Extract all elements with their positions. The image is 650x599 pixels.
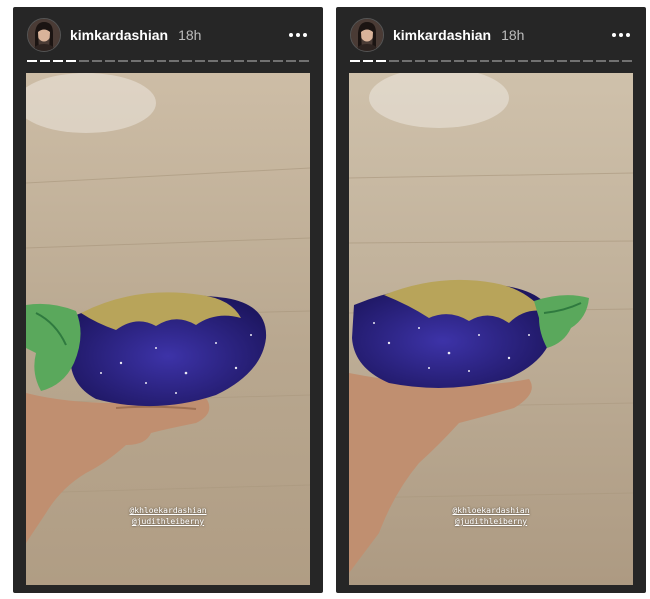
story-progress-bar <box>27 60 309 62</box>
progress-segment[interactable] <box>388 60 399 62</box>
story-panel-right: kimkardashian 18h @khloekardashian @judi… <box>336 7 646 593</box>
progress-segment[interactable] <box>273 60 284 62</box>
progress-segment[interactable] <box>518 60 529 62</box>
progress-segment[interactable] <box>427 60 438 62</box>
progress-segment[interactable] <box>52 60 63 62</box>
progress-segment[interactable] <box>91 60 102 62</box>
progress-segment[interactable] <box>414 60 425 62</box>
username[interactable]: kimkardashian <box>70 27 168 43</box>
progress-segment[interactable] <box>39 60 50 62</box>
progress-segment[interactable] <box>350 60 360 62</box>
story-header: kimkardashian 18h <box>350 17 632 53</box>
mention-judithleiberny[interactable]: @judithleiberny <box>26 516 310 527</box>
progress-segment[interactable] <box>195 60 206 62</box>
progress-segment[interactable] <box>362 60 373 62</box>
progress-segment[interactable] <box>208 60 219 62</box>
progress-segment[interactable] <box>570 60 581 62</box>
progress-segment[interactable] <box>286 60 297 62</box>
story-media[interactable]: @khloekardashian @judithleiberny <box>349 73 633 585</box>
progress-segment[interactable] <box>169 60 180 62</box>
progress-segment[interactable] <box>609 60 620 62</box>
progress-segment[interactable] <box>596 60 607 62</box>
progress-segment[interactable] <box>583 60 594 62</box>
progress-segment[interactable] <box>453 60 464 62</box>
progress-segment[interactable] <box>401 60 412 62</box>
progress-segment[interactable] <box>221 60 232 62</box>
progress-segment[interactable] <box>622 60 632 62</box>
progress-segment[interactable] <box>130 60 141 62</box>
progress-segment[interactable] <box>182 60 193 62</box>
mention-tags: @khloekardashian @judithleiberny <box>26 505 310 527</box>
progress-segment[interactable] <box>440 60 451 62</box>
progress-segment[interactable] <box>247 60 258 62</box>
timestamp: 18h <box>178 27 202 43</box>
progress-segment[interactable] <box>234 60 245 62</box>
progress-segment[interactable] <box>505 60 516 62</box>
username[interactable]: kimkardashian <box>393 27 491 43</box>
progress-segment[interactable] <box>531 60 542 62</box>
more-horizontal-icon[interactable] <box>287 27 309 43</box>
progress-segment[interactable] <box>466 60 477 62</box>
story-header: kimkardashian 18h <box>27 17 309 53</box>
progress-segment[interactable] <box>544 60 555 62</box>
progress-segment[interactable] <box>299 60 309 62</box>
progress-segment[interactable] <box>479 60 490 62</box>
profile-avatar[interactable] <box>350 18 384 52</box>
progress-segment[interactable] <box>375 60 386 62</box>
mention-judithleiberny[interactable]: @judithleiberny <box>349 516 633 527</box>
timestamp: 18h <box>501 27 525 43</box>
progress-segment[interactable] <box>27 60 37 62</box>
progress-segment[interactable] <box>143 60 154 62</box>
progress-segment[interactable] <box>156 60 167 62</box>
progress-segment[interactable] <box>78 60 89 62</box>
story-panel-left: kimkardashian 18h @khloekardashian @judi… <box>13 7 323 593</box>
progress-segment[interactable] <box>65 60 76 62</box>
story-progress-bar <box>350 60 632 62</box>
progress-segment[interactable] <box>557 60 568 62</box>
profile-avatar[interactable] <box>27 18 61 52</box>
mention-khloekardashian[interactable]: @khloekardashian <box>26 505 310 516</box>
story-media[interactable]: @khloekardashian @judithleiberny <box>26 73 310 585</box>
progress-segment[interactable] <box>117 60 128 62</box>
progress-segment[interactable] <box>492 60 503 62</box>
progress-segment[interactable] <box>260 60 271 62</box>
more-horizontal-icon[interactable] <box>610 27 632 43</box>
progress-segment[interactable] <box>104 60 115 62</box>
mention-tags: @khloekardashian @judithleiberny <box>349 505 633 527</box>
mention-khloekardashian[interactable]: @khloekardashian <box>349 505 633 516</box>
